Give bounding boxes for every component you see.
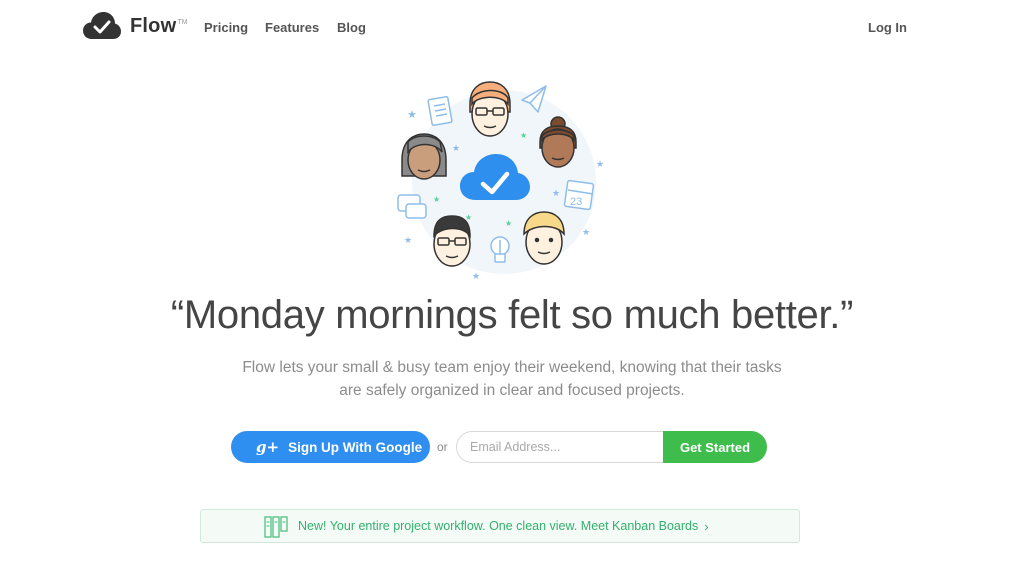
- kanban-board-icon: [264, 516, 288, 538]
- calendar-icon: 23: [563, 179, 595, 211]
- or-separator: or: [437, 440, 448, 454]
- avatar-dark-hair: [433, 215, 471, 267]
- svg-text:★: ★: [452, 143, 460, 153]
- svg-text:★: ★: [582, 227, 590, 237]
- get-started-button[interactable]: Get Started: [663, 431, 767, 463]
- svg-text:★: ★: [552, 188, 560, 198]
- headline: “Monday mornings felt so much better.”: [170, 293, 854, 337]
- svg-text:★: ★: [407, 109, 417, 121]
- document-icon: [427, 95, 453, 127]
- avatar-blond-hair: [523, 211, 565, 265]
- nav-blog[interactable]: Blog: [337, 20, 366, 35]
- svg-text:★: ★: [505, 219, 512, 228]
- trademark: TM: [177, 18, 188, 26]
- subtitle-line-1: Flow lets your small & busy team enjoy t…: [242, 359, 782, 376]
- subtitle: Flow lets your small & busy team enjoy t…: [212, 356, 812, 402]
- svg-text:★: ★: [596, 159, 604, 169]
- email-field[interactable]: [456, 431, 668, 463]
- google-signup-button[interactable]: g+ Sign Up With Google: [231, 431, 430, 463]
- banner-text: New! Your entire project workflow. One c…: [298, 519, 699, 533]
- brand-name: Flow: [130, 14, 177, 37]
- svg-text:23: 23: [570, 196, 582, 208]
- cloud-check-icon: [83, 12, 121, 39]
- kanban-announcement-banner[interactable]: New! Your entire project workflow. One c…: [200, 509, 800, 543]
- svg-text:★: ★: [472, 271, 480, 281]
- svg-text:★: ★: [404, 235, 412, 245]
- nav-login[interactable]: Log In: [868, 20, 907, 35]
- google-signup-label: Sign Up With Google: [288, 439, 423, 455]
- svg-text:★: ★: [520, 131, 527, 140]
- chevron-right-icon: ›: [704, 518, 709, 534]
- google-plus-icon: g+: [256, 438, 280, 456]
- nav-features[interactable]: Features: [265, 20, 319, 35]
- top-nav: Flow TM Pricing Features Blog Log In: [0, 0, 1024, 54]
- svg-text:★: ★: [433, 195, 440, 204]
- subtitle-line-2: are safely organized in clear and focuse…: [339, 382, 685, 399]
- avatar-orange-hair: [469, 81, 511, 137]
- team-illustration: ★ ★ ★ ★ ★ ★ ★ ★ ★ ★ ★ ★ 23: [397, 81, 604, 281]
- nav-pricing[interactable]: Pricing: [204, 20, 248, 35]
- avatar-gray-hair: [401, 133, 447, 180]
- logo[interactable]: Flow TM: [83, 12, 187, 40]
